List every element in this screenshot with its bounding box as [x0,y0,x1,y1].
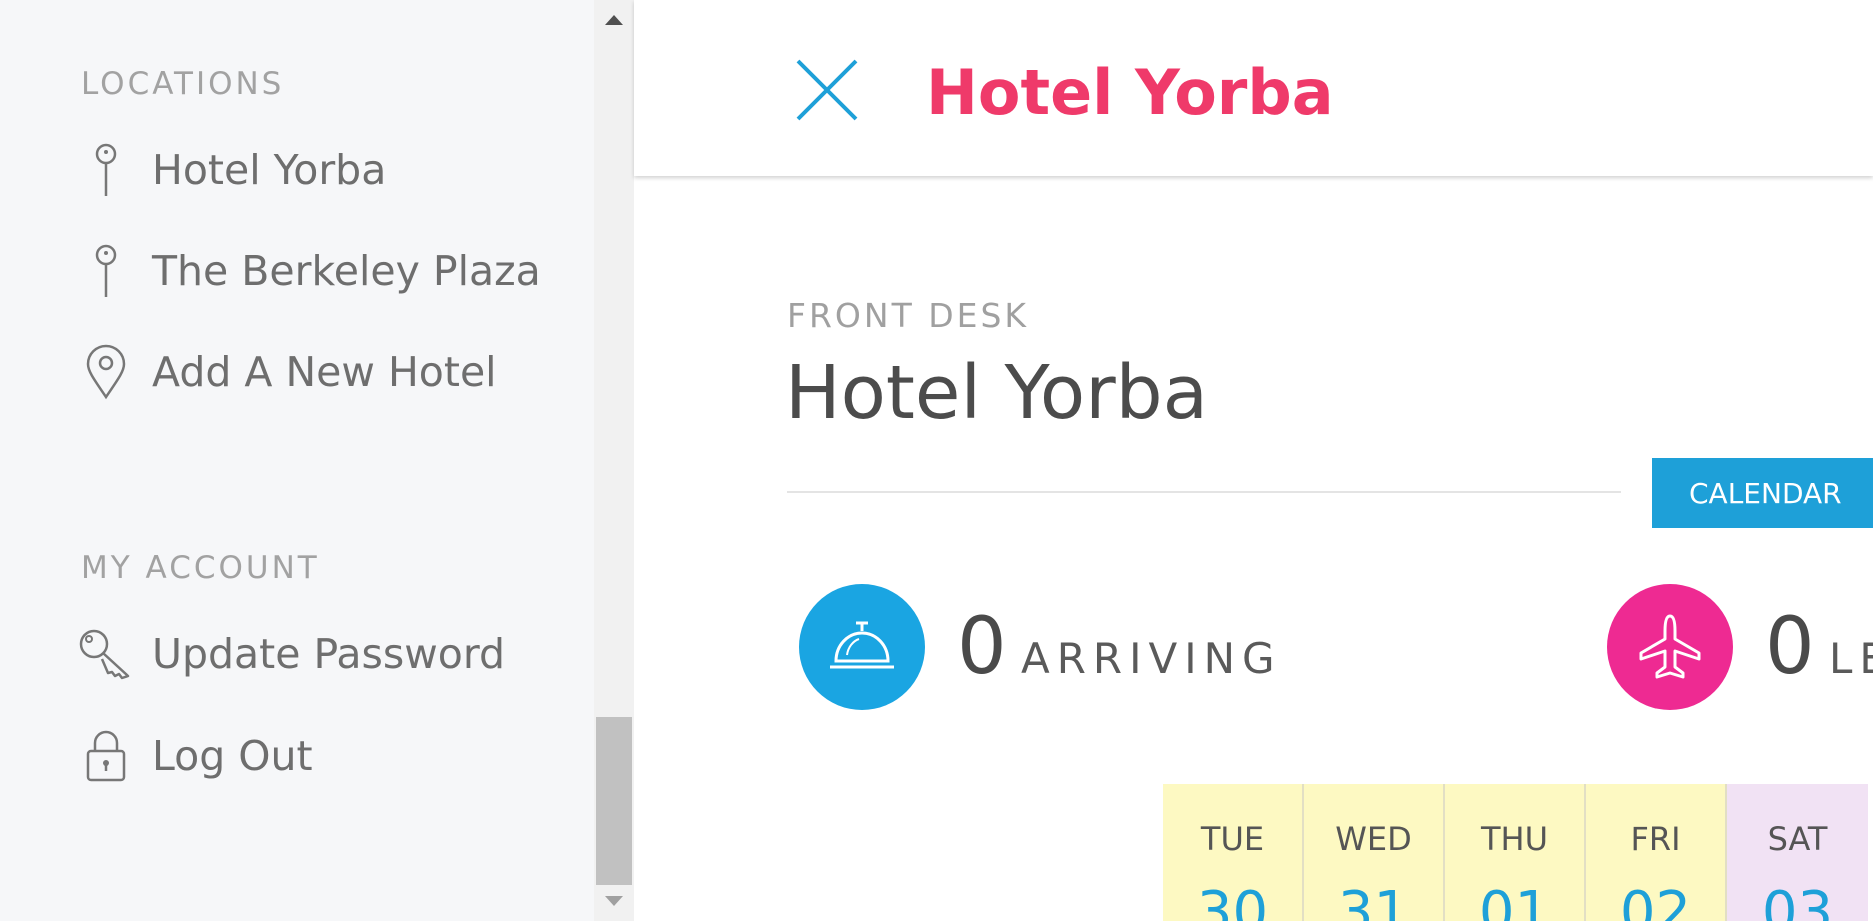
day-name: FRI [1630,820,1681,858]
account-section-title: MY ACCOUNT [81,550,320,586]
main-content: Hotel Yorba FRONT DESK Hotel Yorba CALEN… [634,0,1873,921]
day-number: 02 [1619,880,1692,921]
day-number: 03 [1761,880,1834,921]
scroll-down-arrow-icon[interactable] [594,883,634,919]
day-cell[interactable]: THU 01 [1445,784,1586,921]
leaving-label: LEAVING [1829,634,1873,683]
app-root: LOCATIONS Hotel Yorba The Berkeley Plaza… [0,0,1873,921]
day-name: TUE [1200,820,1265,858]
map-marker-icon [78,342,134,402]
close-menu-button[interactable] [795,58,859,122]
leaving-count: 0 [1765,602,1815,692]
scrollbar-thumb[interactable] [596,717,632,885]
sidebar-item-add-hotel[interactable]: Add A New Hotel [0,332,594,412]
calendar-days-strip: TUE 30 WED 31 THU 01 FRI 02 SAT 03 [1163,784,1868,921]
airplane-icon [1639,614,1701,679]
day-name: WED [1335,820,1412,858]
page-title: Hotel Yorba [785,350,1208,436]
arriving-label: ARRIVING [1021,634,1282,683]
sidebar-item-label: Update Password [152,630,506,678]
key-icon [78,624,134,684]
day-cell[interactable]: FRI 02 [1586,784,1727,921]
pin-icon [78,140,134,200]
sidebar-scrollbar[interactable] [594,0,634,921]
sidebar-item-label: The Berkeley Plaza [152,247,541,295]
sidebar: LOCATIONS Hotel Yorba The Berkeley Plaza… [0,0,594,921]
divider [787,491,1621,493]
close-icon [796,59,858,121]
bell-icon [830,621,894,669]
day-name: THU [1480,820,1549,858]
leaving-badge[interactable] [1607,584,1733,710]
sidebar-item-log-out[interactable]: Log Out [0,716,594,796]
section-eyebrow: FRONT DESK [787,296,1030,335]
sidebar-item-label: Hotel Yorba [152,146,387,194]
hotel-logo[interactable]: Hotel Yorba [926,56,1334,129]
sidebar-item-berkeley-plaza[interactable]: The Berkeley Plaza [0,231,594,311]
calendar-button[interactable]: CALENDAR [1652,458,1873,528]
locations-section-title: LOCATIONS [81,66,285,102]
lock-icon [78,726,134,786]
sidebar-item-update-password[interactable]: Update Password [0,614,594,694]
top-bar: Hotel Yorba [634,0,1873,176]
arriving-badge[interactable] [799,584,925,710]
day-number: 01 [1478,880,1551,921]
day-cell[interactable]: SAT 03 [1727,784,1868,921]
scroll-up-arrow-icon[interactable] [594,2,634,38]
day-name: SAT [1767,820,1828,858]
day-cell[interactable]: WED 31 [1304,784,1445,921]
pin-icon [78,241,134,301]
day-cell[interactable]: TUE 30 [1163,784,1304,921]
day-number: 31 [1337,880,1410,921]
day-number: 30 [1196,880,1269,921]
sidebar-item-label: Add A New Hotel [152,348,497,396]
arriving-count: 0 [957,602,1007,692]
sidebar-item-label: Log Out [152,732,313,780]
sidebar-item-hotel-yorba[interactable]: Hotel Yorba [0,130,594,210]
